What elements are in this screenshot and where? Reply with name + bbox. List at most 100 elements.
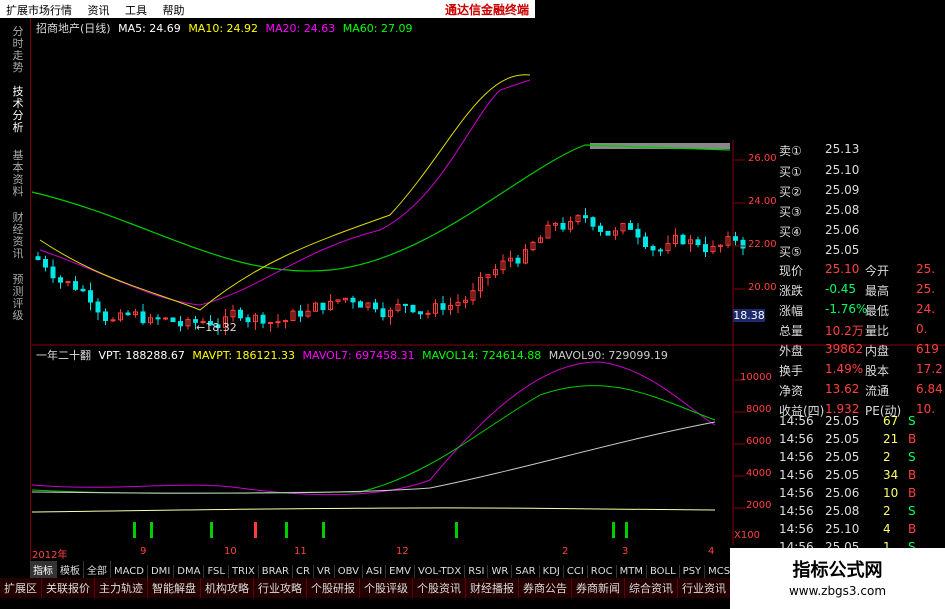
- tick-time: 14:56: [779, 414, 814, 428]
- indicator-tab[interactable]: 指标: [30, 561, 57, 578]
- indicator-tab[interactable]: CR: [293, 565, 314, 578]
- date-tick: 12: [396, 546, 409, 557]
- tick-side: B: [908, 468, 917, 482]
- tick-time: 14:56: [779, 486, 814, 500]
- info-tab[interactable]: 个股研报: [307, 578, 360, 598]
- orderbook-row: 买④ 25.06: [779, 223, 860, 239]
- tick-volume: 2: [883, 450, 891, 464]
- tick-price: 25.05: [825, 468, 860, 482]
- indicator-tab[interactable]: VOL-TDX: [415, 565, 466, 578]
- kline-header: 招商地产(日线) MA5: 24.69 MA10: 24.92 MA20: 24…: [36, 20, 412, 36]
- date-tick: 9: [140, 546, 147, 557]
- info-tab[interactable]: 关联报价: [42, 578, 95, 598]
- tick-side: B: [908, 432, 917, 446]
- indicator-tab[interactable]: OBV: [335, 565, 363, 578]
- volume-tick: [625, 522, 628, 538]
- candle-body: [50, 266, 56, 279]
- indicator-tab[interactable]: EMV: [386, 565, 415, 578]
- volume-tick: [254, 522, 257, 538]
- tick-volume: 67: [883, 414, 899, 428]
- info-tab[interactable]: 券商新闻: [572, 578, 625, 598]
- indicator-tab[interactable]: DMI: [148, 565, 175, 578]
- candle-body: [515, 257, 521, 264]
- indicator-tab[interactable]: VR: [314, 565, 335, 578]
- tick-time: 14:56: [779, 450, 814, 464]
- indicator-tab[interactable]: 全部: [84, 561, 111, 578]
- indicator-tab[interactable]: MTM: [617, 565, 647, 578]
- candle-body: [703, 244, 708, 253]
- low-price-marker: ←18.32: [196, 321, 237, 334]
- stat-label-2: 最高: [865, 284, 890, 298]
- volume-tick: [210, 522, 213, 538]
- info-tab[interactable]: 个股评级: [360, 578, 413, 598]
- volume-tick: [455, 522, 458, 538]
- indicator-tab[interactable]: FSL: [204, 565, 229, 578]
- tick-volume: 2: [883, 504, 891, 518]
- date-tick: 10: [224, 546, 237, 557]
- info-tab[interactable]: 机构攻略: [201, 578, 254, 598]
- candle-body: [178, 321, 183, 327]
- indicator-tab[interactable]: CCI: [564, 565, 588, 578]
- candle-body: [380, 308, 386, 318]
- indicator-tab[interactable]: RSI: [465, 565, 489, 578]
- mavol14-label: MAVOL14: 724614.88: [422, 349, 542, 362]
- info-tab[interactable]: 主力轨迹: [95, 578, 148, 598]
- candle-body: [650, 246, 656, 251]
- stat-label: 换手: [779, 364, 804, 378]
- tick-row: 14:56 25.05 67 S: [733, 414, 945, 434]
- tick-price: 25.06: [825, 486, 860, 500]
- tick-row: 14:56 25.05 2 S: [733, 450, 945, 470]
- indicator-tab[interactable]: KDJ: [540, 565, 564, 578]
- info-tab[interactable]: 行业攻略: [254, 578, 307, 598]
- indicator-tab[interactable]: BRAR: [259, 565, 293, 578]
- candle-body: [125, 312, 131, 316]
- stat-row: 换手 1.49% 股本 17.2: [733, 362, 945, 382]
- indicator-name[interactable]: 一年二十翻: [36, 349, 91, 362]
- indicator-tab-bar: 指标 模板 全部 MACD DMI DMA FSL TRIX BRAR CR VR OBV ASI EMV…: [30, 561, 745, 578]
- indicator-tab[interactable]: DMA: [174, 565, 205, 578]
- candle-body: [358, 301, 363, 308]
- candle-body: [590, 217, 596, 227]
- stat-value: 25.10: [825, 262, 860, 276]
- indicator-tab[interactable]: SAR: [512, 565, 540, 578]
- ma20-line: [39, 79, 531, 306]
- info-tab[interactable]: 行业资讯: [678, 578, 731, 598]
- info-tab[interactable]: 券商公告: [519, 578, 572, 598]
- mavpt-label: MAVPT: 186121.33: [192, 349, 296, 362]
- indicator-tab[interactable]: WR: [488, 565, 513, 578]
- indicator-tab[interactable]: ROC: [588, 565, 617, 578]
- stat-value-2: 25.: [916, 262, 936, 276]
- stat-row: 涨幅 -1.76% 最低 24.: [733, 302, 945, 322]
- tick-row: 14:56 25.10 4 B: [733, 522, 945, 542]
- indicator-tab[interactable]: MACD: [111, 565, 148, 578]
- candle-body: [65, 281, 71, 284]
- vpt-line: [31, 507, 716, 513]
- kline-title: 招商地产(日线): [36, 22, 111, 35]
- tick-time: 14:56: [779, 468, 814, 482]
- indicator-tab[interactable]: ASI: [363, 565, 387, 578]
- mavol90-line: [31, 421, 716, 494]
- indicator-tab[interactable]: 模板: [57, 561, 84, 578]
- info-tab[interactable]: 综合资讯: [625, 578, 678, 598]
- info-tab[interactable]: 扩展区: [0, 578, 42, 598]
- stat-label-2: 量比: [865, 324, 890, 338]
- indicator-tab[interactable]: TRIX: [229, 565, 259, 578]
- volume-tick: [322, 522, 325, 538]
- tick-row: 14:56 25.06 10 B: [733, 486, 945, 506]
- indicator-tab[interactable]: PSY: [680, 565, 706, 578]
- candle-body: [80, 288, 86, 292]
- indicator-tab[interactable]: BOLL: [647, 565, 680, 578]
- ma10-label: MA10: 24.92: [188, 22, 259, 35]
- candle-body: [680, 234, 686, 245]
- stat-value-2: 619: [916, 342, 939, 356]
- candle-body: [425, 312, 431, 315]
- info-tab[interactable]: 个股资讯: [413, 578, 466, 598]
- candle-body: [268, 322, 273, 325]
- tick-price: 25.10: [825, 522, 860, 536]
- stat-row: 净资 13.62 流通 6.84: [733, 382, 945, 402]
- info-tab[interactable]: 财经播报: [466, 578, 519, 598]
- candle-body: [245, 317, 251, 323]
- stat-label: 涨跌: [779, 284, 804, 298]
- info-tab[interactable]: 智能解盘: [148, 578, 201, 598]
- stat-label-2: 今开: [865, 264, 890, 278]
